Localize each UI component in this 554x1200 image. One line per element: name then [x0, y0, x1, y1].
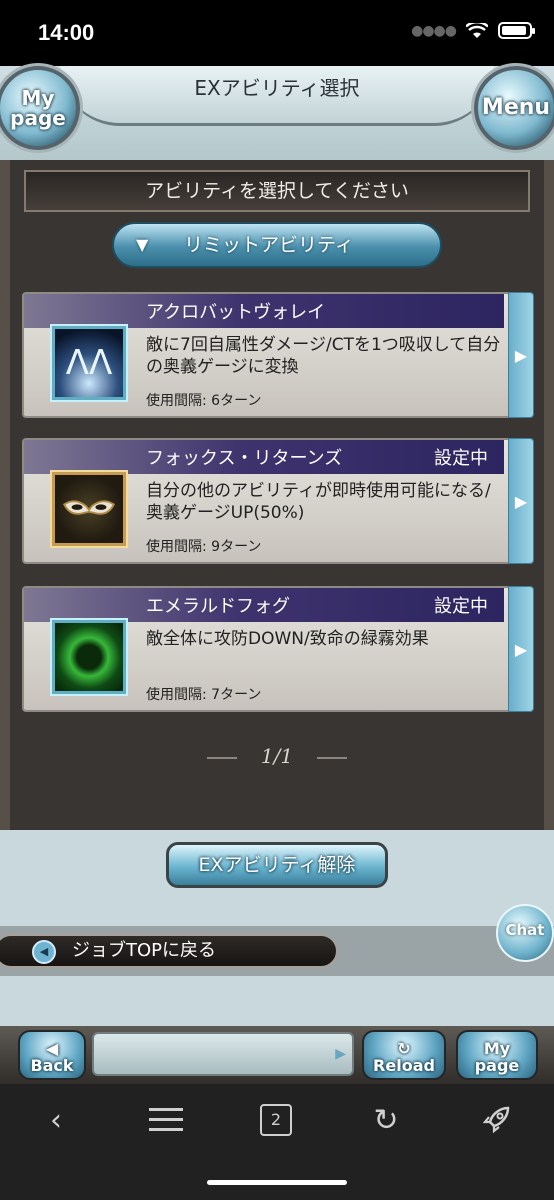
- battery-icon: [498, 22, 535, 39]
- bottom-mypage-line1: My: [483, 1039, 511, 1058]
- reload-button[interactable]: ↻ Reload: [362, 1030, 446, 1080]
- chat-button[interactable]: Chat: [496, 904, 554, 962]
- rocket-icon[interactable]: [476, 1100, 516, 1140]
- ability-name: フォックス・リターンズ: [146, 448, 343, 469]
- menu-label: Menu: [481, 95, 551, 120]
- pager-ornament-right: [317, 756, 348, 759]
- reload-icon: ↻: [397, 1039, 411, 1058]
- signal-dots-icon: ●●●●: [411, 22, 457, 39]
- chevron-right-icon[interactable]: ▶: [508, 586, 534, 712]
- page-title: EXアビリティ選択: [194, 76, 360, 100]
- url-field[interactable]: ▶: [92, 1032, 354, 1076]
- ability-status: 設定中: [434, 596, 488, 617]
- ability-card-acrobat-volley[interactable]: アクロバットヴォレイ ᐱᐱ 敵に7回自属性ダメージ/CTを1つ吸収して自分の奥義…: [22, 292, 534, 418]
- menu-button[interactable]: Menu: [474, 66, 554, 150]
- status-bar: 14:00 ●●●●: [0, 0, 554, 66]
- ability-header: フォックス・リターンズ 設定中: [24, 440, 504, 474]
- ability-interval: 使用間隔: 7ターン: [146, 687, 262, 703]
- ability-interval: 使用間隔: 6ターン: [146, 393, 262, 409]
- ability-description: 自分の他のアビリティが即時使用可能になる/奥義ゲージUP(50%): [146, 481, 491, 523]
- mypage-label-line2: page: [10, 106, 66, 130]
- play-arrow-icon: ▶: [335, 1046, 346, 1062]
- hamburger-menu-icon[interactable]: [146, 1100, 186, 1140]
- page-indicator: 1/1: [260, 744, 294, 768]
- ability-name: アクロバットヴォレイ: [146, 302, 326, 323]
- status-time: 14:00: [38, 20, 95, 45]
- ability-panel: アビリティを選択してください ▼ リミットアビリティ アクロバットヴォレイ ᐱᐱ…: [0, 160, 554, 830]
- pager-ornament-left: [206, 756, 237, 759]
- game-header: EXアビリティ選択 My page Menu: [0, 66, 554, 160]
- dropdown-triangle-icon: ▼: [136, 235, 149, 254]
- back-button[interactable]: ◀ Back: [18, 1030, 86, 1080]
- game-nav-bar: ◀ Back ▶ ↻ Reload My page: [0, 1026, 554, 1084]
- reload-label: Reload: [373, 1056, 435, 1075]
- job-top-label: ジョブTOPに戻る: [72, 940, 217, 961]
- pager: 1/1: [10, 744, 544, 768]
- bottom-mypage-button[interactable]: My page: [456, 1030, 538, 1080]
- home-indicator: [207, 1180, 347, 1185]
- job-top-button[interactable]: ◀ ジョブTOPに戻る: [0, 934, 338, 968]
- wifi-icon: [466, 22, 488, 38]
- category-dropdown[interactable]: ▼ リミットアビリティ: [112, 222, 442, 268]
- acrobat-volley-icon: ᐱᐱ: [52, 326, 126, 400]
- chevron-right-icon[interactable]: ▶: [508, 292, 534, 418]
- ability-description: 敵に7回自属性ダメージ/CTを1つ吸収して自分の奥義ゲージに変換: [146, 335, 501, 377]
- ability-card-emerald-fog[interactable]: エメラルドフォグ 設定中 敵全体に攻防DOWN/致命の緑霧効果 使用間隔: 7タ…: [22, 586, 534, 712]
- ability-header: エメラルドフォグ 設定中: [24, 588, 504, 622]
- mypage-label-line1: My: [21, 86, 55, 110]
- chat-label: Chat: [505, 921, 545, 939]
- browser-back-icon[interactable]: ‹: [36, 1100, 76, 1140]
- chevron-right-icon[interactable]: ▶: [508, 438, 534, 564]
- select-prompt: アビリティを選択してください: [24, 170, 530, 212]
- bottom-mypage-line2: page: [474, 1056, 520, 1075]
- back-label: Back: [30, 1056, 74, 1075]
- ex-ability-release-button[interactable]: EXアビリティ解除: [166, 842, 388, 888]
- ability-status: 設定中: [434, 448, 488, 469]
- tabs-button[interactable]: 2: [256, 1100, 296, 1140]
- ability-interval: 使用間隔: 9ターン: [146, 539, 262, 555]
- mypage-button[interactable]: My page: [0, 66, 80, 150]
- emerald-fog-icon: [52, 620, 126, 694]
- back-arrow-icon: ◀: [32, 940, 56, 964]
- ability-name: エメラルドフォグ: [146, 596, 290, 617]
- refresh-icon[interactable]: ↻: [366, 1100, 406, 1140]
- ability-description: 敵全体に攻防DOWN/致命の緑霧効果: [146, 629, 429, 649]
- ability-header: アクロバットヴォレイ: [24, 294, 504, 328]
- tab-count: 2: [260, 1104, 292, 1136]
- fox-mask-icon: [52, 472, 126, 546]
- category-label: リミットアビリティ: [184, 234, 354, 256]
- ability-card-fox-returns[interactable]: フォックス・リターンズ 設定中 自分の他のアビリティが即時使用可能になる/奥義ゲ…: [22, 438, 534, 564]
- back-arrow-icon: ◀: [45, 1039, 59, 1058]
